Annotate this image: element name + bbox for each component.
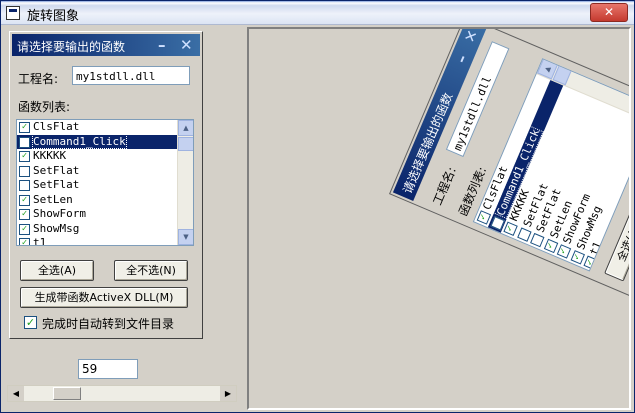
rotated-image-area: 请选择要输出的函数 – ✕ 工程名: my1stdll.dll 函数列表: ✓ C… [247,27,631,410]
function-checkbox[interactable]: ✓ [19,223,30,235]
function-name: t1 [33,236,47,246]
title-bar: 旋转图象 ✕ [1,1,634,25]
auto-open-checkbox[interactable]: ✓ [24,316,37,329]
rotated-function-list: ✓ ClsFlat Command1_Click ✓ KKKKK SetFlat SetFl… [472,58,629,272]
function-checkbox[interactable]: ✓ [19,209,30,220]
rotated-minimize-icon: – [451,51,472,66]
rotation-angle-input[interactable]: 59 [78,359,138,379]
project-name-label: 工程名: [18,72,59,86]
function-list-item[interactable]: ✓ ClsFlat [17,120,193,135]
rotation-scrollbar[interactable]: ◀ ▶ [7,385,237,402]
function-list-items: ✓ ClsFlat Command1_Click ✓ KKKKK SetFlat SetFl… [17,120,193,246]
function-list-item[interactable]: SetFlat [17,164,193,179]
scroll-thumb[interactable] [178,137,193,151]
form-title-bar: 请选择要输出的函数 – ✕ [12,34,200,56]
function-list-item[interactable]: Command1_Click [17,133,177,149]
function-list-item[interactable]: ✓ KKKKK [17,149,193,164]
window-close-button[interactable]: ✕ [590,3,628,22]
function-list-item[interactable]: ✓ SetLen [17,193,193,208]
rotated-project-name-label: 工程名: [430,164,459,208]
project-name-input[interactable]: my1stdll.dll [72,66,190,85]
function-list-label: 函数列表: [18,100,71,114]
select-all-button[interactable]: 全选(A) [20,260,94,281]
function-name: SetFlat [33,163,80,177]
scroll-right-icon[interactable]: ▶ [220,386,236,401]
generate-dll-button[interactable]: 生成带函数ActiveX DLL(M) [20,287,188,308]
function-checkbox[interactable] [19,165,30,177]
function-select-form: 请选择要输出的函数 – ✕ 工程名: my1stdll.dll 函数列表: ✓ C… [9,31,203,339]
rotated-close-icon: ✕ [460,27,482,46]
function-name: ShowForm [33,207,86,220]
function-list-item[interactable]: ✓ t1 [17,236,193,246]
function-list-item[interactable]: SetFlat [17,178,193,193]
function-checkbox[interactable]: ✓ [19,194,30,206]
rotated-generate-dll-button: 生成带函数ActiveX DLL(M) [628,129,629,293]
function-checkbox[interactable]: ✓ [19,151,30,162]
function-name: ShowMsg [33,221,80,235]
deselect-all-button[interactable]: 全不选(N) [114,260,188,281]
function-name: ClsFlat [33,120,80,133]
close-icon[interactable]: ✕ [180,36,193,54]
minimize-icon[interactable]: – [158,36,166,54]
function-list-item[interactable]: ✓ ShowForm [17,207,193,222]
scroll-left-icon[interactable]: ◀ [8,386,24,401]
main-window: 旋转图象 ✕ 请选择要输出的函数 – ✕ 工程名: my1stdll.dll 函… [0,0,635,413]
app-icon [6,6,20,20]
auto-open-label: 完成时自动转到文件目录 [42,317,175,331]
function-list-item[interactable]: ✓ ShowMsg [17,222,193,237]
function-list-scrollbar[interactable]: ▲ ▼ [177,120,193,245]
function-checkbox[interactable]: ✓ [19,238,30,245]
form-title: 请选择要输出的函数 [17,40,126,54]
function-name: SetLen [33,192,73,206]
scroll-down-icon[interactable]: ▼ [178,229,193,245]
function-checkbox[interactable]: ✓ [19,122,30,133]
function-name: KKKKK [33,149,67,162]
rotated-function-checkbox: ✓ [583,255,598,270]
rotation-scroll-thumb[interactable] [53,387,81,400]
function-name: SetFlat [33,178,80,191]
function-list[interactable]: ✓ ClsFlat Command1_Click ✓ KKKKK SetFlat SetFl… [16,119,194,246]
scroll-up-icon[interactable]: ▲ [178,120,193,136]
function-checkbox[interactable] [19,180,30,191]
function-name: Command1_Click [32,133,127,149]
function-checkbox[interactable] [19,136,30,148]
rotated-form-image: 请选择要输出的函数 – ✕ 工程名: my1stdll.dll 函数列表: ✓ C… [389,27,629,315]
window-title: 旋转图象 [27,9,80,24]
